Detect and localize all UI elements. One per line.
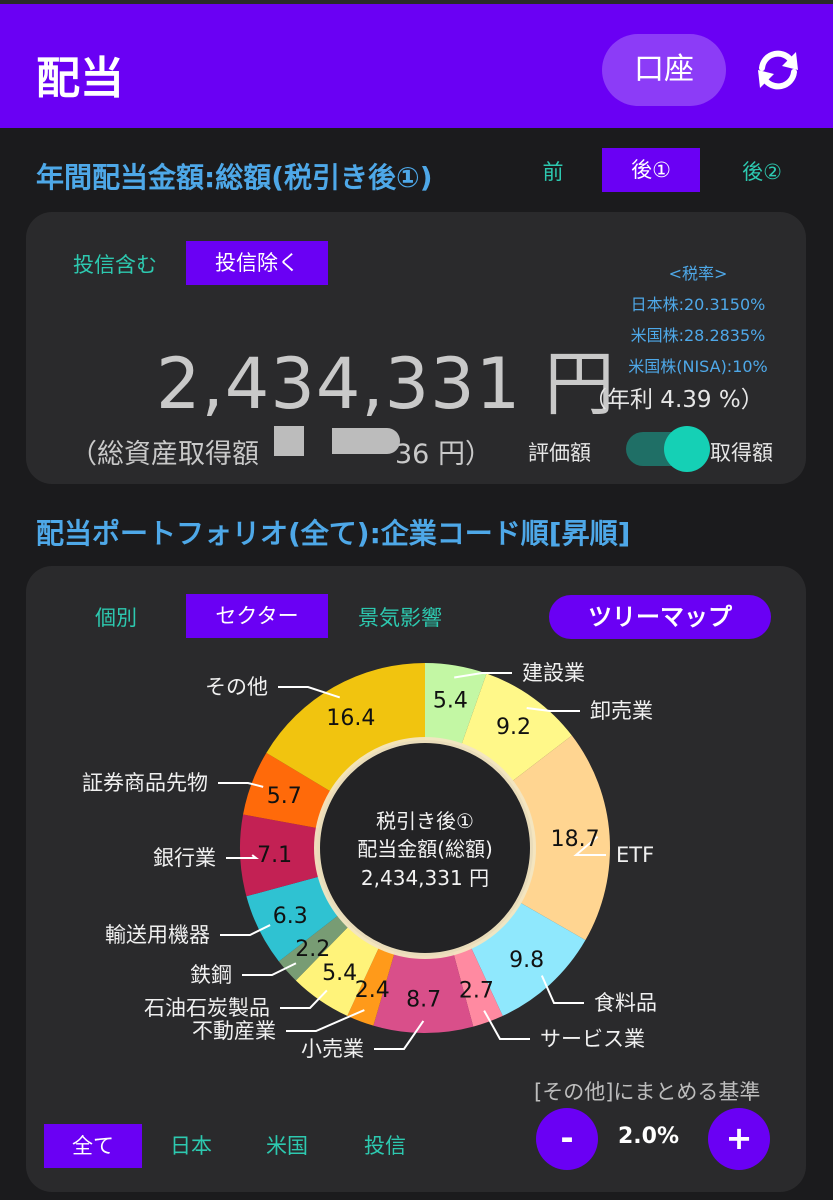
slice-name-label: その他 xyxy=(205,675,268,699)
donut-center-line3: 2,434,331 円 xyxy=(361,866,489,890)
market-japan-tab[interactable]: 日本 xyxy=(156,1124,226,1168)
slice-name-label: サービス業 xyxy=(540,1027,645,1051)
market-funds-tab[interactable]: 投信 xyxy=(350,1124,420,1168)
slice-name-label: 食料品 xyxy=(594,991,657,1015)
slice-value-label: 2.7 xyxy=(459,978,494,1003)
slice-value-label: 8.7 xyxy=(406,987,441,1012)
slice-name-label: 卸売業 xyxy=(590,699,653,723)
slice-name-label: 銀行業 xyxy=(153,846,216,870)
slice-value-label: 16.4 xyxy=(326,706,375,731)
threshold-increase-button[interactable]: + xyxy=(708,1108,770,1170)
threshold-value: 2.0% xyxy=(618,1124,680,1149)
slice-name-label: 建設業 xyxy=(522,661,585,685)
donut-center-line1: 税引き後① xyxy=(376,809,474,833)
slice-name-label: 鉄鋼 xyxy=(190,963,232,987)
other-threshold-label: [その他]にまとめる基準 xyxy=(534,1080,761,1104)
slice-name-label: 証券商品先物 xyxy=(82,771,208,795)
slice-name-label: ETF xyxy=(616,843,654,867)
slice-name-label: 不動産業 xyxy=(192,1019,276,1043)
donut-center-line2: 配当金額(総額) xyxy=(357,837,493,861)
slice-value-label: 7.1 xyxy=(257,843,292,868)
slice-name-label: 石油石炭製品 xyxy=(144,996,270,1020)
market-us-tab[interactable]: 米国 xyxy=(252,1124,322,1168)
slice-value-label: 5.7 xyxy=(267,784,302,809)
market-all-tab[interactable]: 全て xyxy=(44,1124,142,1168)
slice-value-label: 9.8 xyxy=(509,948,544,973)
slice-value-label: 2.4 xyxy=(355,978,390,1003)
slice-value-label: 9.2 xyxy=(496,715,531,740)
slice-value-label: 6.3 xyxy=(273,904,308,929)
slice-value-label: 18.7 xyxy=(551,827,600,852)
slice-name-label: 小売業 xyxy=(301,1037,364,1061)
slice-name-label: 輸送用機器 xyxy=(105,923,210,947)
slice-value-label: 5.4 xyxy=(433,689,468,714)
slice-value-label: 2.2 xyxy=(295,937,330,962)
slice-value-label: 5.4 xyxy=(322,961,357,986)
threshold-decrease-button[interactable]: - xyxy=(536,1108,598,1170)
sector-donut-chart: 税引き後① 配当金額(総額) 2,434,331 円 5.4 9.2 18.7 9.8… xyxy=(82,661,657,1061)
